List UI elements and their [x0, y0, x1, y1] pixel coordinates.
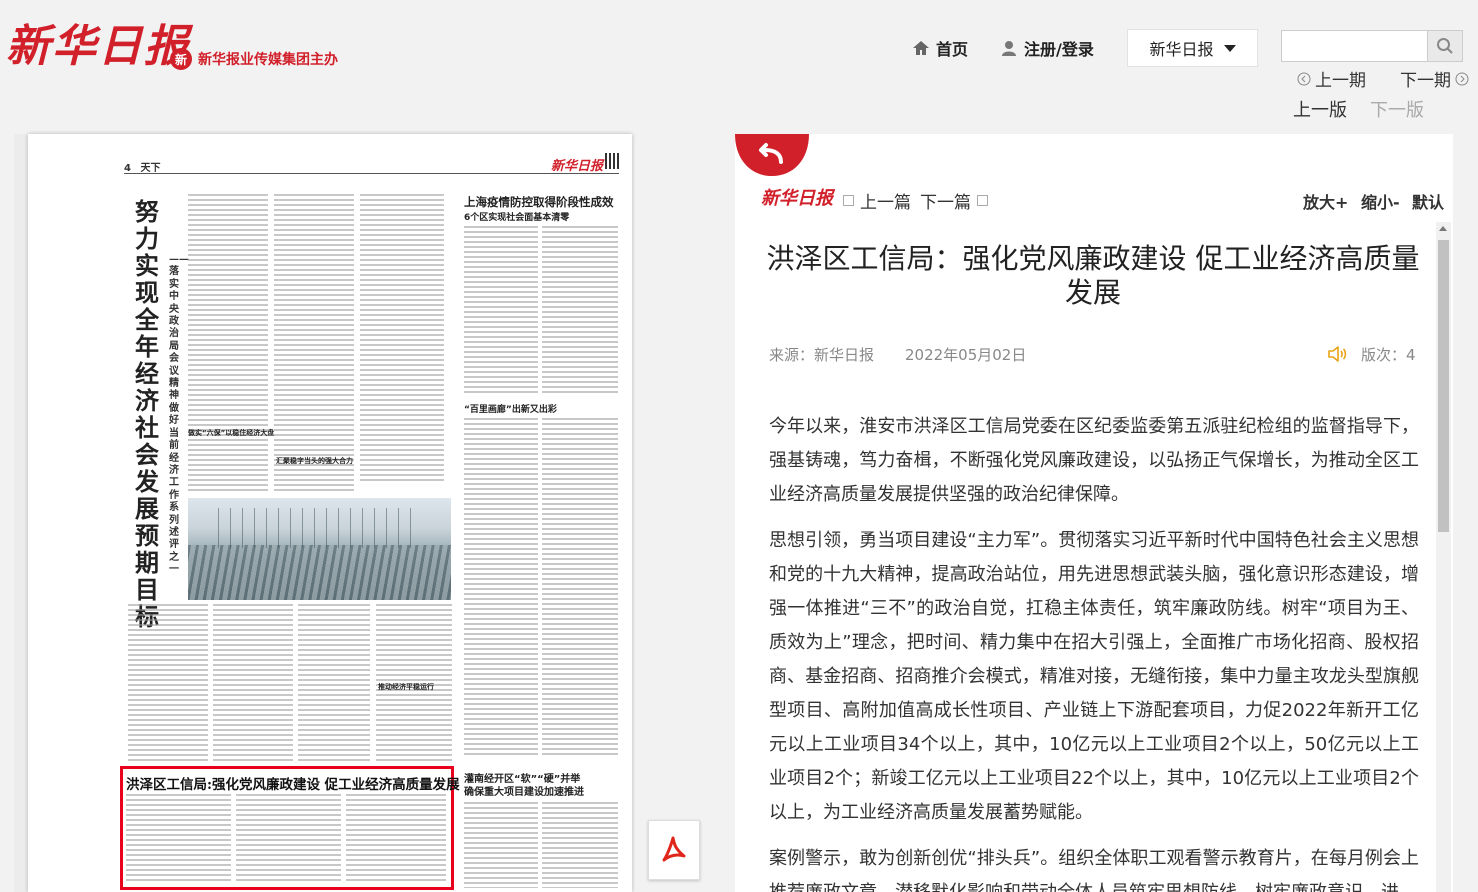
prev-article-link[interactable]: 上一篇	[843, 188, 911, 213]
site-header: 新华日报 新 新华报业传媒集团主办 首页 注册/登录 新华日报 上一期 下一期 …	[0, 0, 1478, 128]
article-paragraph: 今年以来，淮安市洪泽区工信局党委在区纪委监委第五派驻纪检组的监督指导下，强基铸魂…	[769, 416, 1419, 505]
lead-story-text	[213, 604, 293, 764]
qr-code-icon	[605, 153, 619, 169]
search-button[interactable]	[1427, 31, 1462, 61]
next-article-label: 下一篇	[920, 193, 971, 213]
article-scrollbar[interactable]	[1436, 222, 1451, 892]
group-text: 新华报业传媒集团主办	[198, 52, 338, 68]
circle-left-icon	[1297, 72, 1311, 85]
group-logo-icon: 新	[170, 48, 192, 70]
next-issue-label: 下一期	[1400, 71, 1451, 91]
side-story-text	[542, 226, 618, 396]
page-section: 天下	[140, 163, 161, 174]
side-story-title-3[interactable]: “百里画廊”出新又出彩	[464, 402, 557, 415]
lead-subhead: 汇聚稳字当头的强大合力	[276, 457, 353, 465]
side-story-text	[464, 418, 538, 758]
article-date: 2022年05月02日	[905, 346, 1027, 364]
search-icon	[1437, 38, 1453, 54]
prev-edition-link[interactable]: 上一版	[1293, 96, 1347, 122]
nav-login-label: 注册/登录	[1024, 40, 1094, 59]
lead-story-text	[128, 604, 208, 764]
page-number: 4	[124, 163, 131, 174]
lead-story-text	[360, 194, 444, 484]
lead-story-text	[274, 194, 354, 494]
prev-article-label: 上一篇	[860, 193, 911, 213]
side-story-subtitle: 6个区实现社会面基本清零	[464, 213, 570, 223]
nav-login-link[interactable]: 注册/登录	[1000, 36, 1094, 60]
masthead-logo[interactable]: 新华日报	[6, 10, 190, 74]
paper-select-value: 新华日报	[1149, 40, 1214, 59]
scroll-up-arrow-icon[interactable]	[1439, 226, 1447, 231]
side-story-text	[464, 226, 538, 396]
zoom-reset-button[interactable]: 默认	[1412, 189, 1444, 213]
news-photo[interactable]	[188, 498, 451, 600]
lead-story-text	[298, 604, 370, 764]
side-story-title-2a: 灌南经开区“软”“硬”并举	[464, 774, 581, 785]
page-header-bar: 4 天下 新华日报	[124, 153, 619, 174]
prev-issue-label: 上一期	[1315, 71, 1366, 91]
lead-subhead: 做实“六保”以稳住经济大盘	[188, 429, 275, 437]
prev-square-icon	[843, 195, 854, 206]
lead-story-text	[188, 194, 268, 494]
lead-story-title[interactable]: 努力实现全年经济社会发展预期目标	[132, 198, 162, 630]
zoom-out-button[interactable]: 缩小-	[1361, 189, 1400, 213]
article-title: 洪泽区工信局：强化党风廉政建设 促工业经济高质量发展	[766, 242, 1420, 309]
user-icon	[1002, 41, 1016, 56]
paper-select-dropdown[interactable]: 新华日报	[1127, 29, 1258, 67]
home-icon	[913, 41, 929, 55]
article-logo: 新华日报	[761, 188, 833, 209]
article-paragraph: 思想引领，勇当项目建设“主力军”。贯彻落实习近平新时代中国特色社会主义思想和党的…	[769, 530, 1419, 823]
lead-story-subtitle: ——落实中央政治局会议精神做好当前经济工作系列述评之一	[169, 254, 189, 576]
back-badge-icon[interactable]	[735, 134, 809, 178]
zoom-in-button[interactable]: 放大+	[1303, 189, 1348, 213]
side-story-title-2b: 确保重大项目建设加速推进	[464, 787, 584, 798]
nav-home-link[interactable]: 首页	[912, 36, 968, 60]
article-paragraph: 案例警示，敢为创新创优“排头兵”。组织全体职工观看警示教育片，在每月例会上推荐廉…	[769, 848, 1419, 892]
next-issue-link[interactable]: 下一期	[1400, 66, 1469, 91]
selected-article-title[interactable]: 洪泽区工信局:强化党风廉政建设 促工业经济高质量发展	[126, 773, 460, 793]
next-article-link[interactable]: 下一篇	[920, 188, 988, 213]
prev-issue-link[interactable]: 上一期	[1297, 66, 1366, 91]
page-brand: 新华日报	[550, 159, 603, 174]
next-edition-link[interactable]: 下一版	[1370, 96, 1424, 122]
side-story-title-2[interactable]: 灌南经开区“软”“硬”并举 确保重大项目建设加速推进	[464, 773, 614, 799]
side-story-text	[542, 802, 618, 888]
circle-right-icon	[1455, 72, 1469, 85]
speaker-icon[interactable]	[1327, 345, 1347, 363]
lead-subhead: 推动经济平稳运行	[378, 683, 434, 691]
side-story-title[interactable]: 上海疫情防控取得阶段性成效	[464, 194, 614, 210]
article-body: 今年以来，淮安市洪泽区工信局党委在区纪委监委第五派驻纪检组的监督指导下，强基铸魂…	[769, 410, 1419, 892]
search-input[interactable]	[1282, 31, 1428, 61]
chevron-down-icon	[1223, 44, 1236, 52]
article-edition: 版次：4	[1361, 346, 1416, 364]
pdf-icon	[662, 836, 686, 862]
article-source: 来源：新华日报	[769, 346, 875, 364]
scrollbar-thumb[interactable]	[1438, 240, 1449, 532]
nav-home-label: 首页	[936, 40, 969, 59]
search-box	[1281, 30, 1463, 62]
side-story-text	[464, 802, 538, 888]
article-panel: 新华日报 上一篇 下一篇 放大+ 缩小- 默认 洪泽区工信局：强化党风廉政建设 …	[735, 134, 1453, 892]
group-banner: 新 新华报业传媒集团主办	[170, 48, 338, 70]
side-story-text	[542, 418, 618, 758]
next-square-icon	[977, 195, 988, 206]
pdf-download-button[interactable]	[648, 820, 700, 880]
